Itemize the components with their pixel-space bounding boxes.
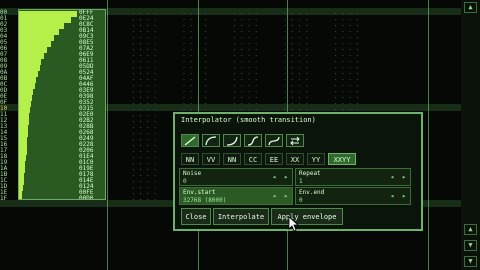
decrement-icon[interactable]: ◂ xyxy=(390,173,394,181)
increment-icon[interactable]: ▸ xyxy=(402,192,406,200)
noise-value: 0 xyxy=(183,178,187,185)
mode-button[interactable]: CC xyxy=(244,153,262,165)
swap-button[interactable] xyxy=(286,134,304,147)
interpolate-button[interactable]: Interpolate xyxy=(213,208,269,225)
channel-divider xyxy=(107,0,108,270)
env-end-field[interactable]: Env.end 0 ◂ ▸ xyxy=(295,187,411,205)
swap-icon xyxy=(290,136,300,146)
increment-icon[interactable]: ▸ xyxy=(402,173,406,181)
env-start-value: 32768 (8000) xyxy=(183,197,227,204)
repeat-field[interactable]: Repeat 1 ◂ ▸ xyxy=(295,168,411,186)
increment-icon[interactable]: ▸ xyxy=(284,173,288,181)
curve-up-icon xyxy=(205,136,217,146)
interpolator-dialog: Interpolator (smooth transition) NN VV NN C… xyxy=(173,112,423,231)
env-end-label: Env.end xyxy=(299,189,325,196)
mode-button[interactable]: XXYY xyxy=(328,153,356,165)
increment-icon[interactable]: ▸ xyxy=(284,192,288,200)
vertical-scrollbar[interactable]: ▲ ▲ ▼ ▼ xyxy=(461,0,480,270)
scroll-down-icon[interactable]: ▼ xyxy=(464,240,477,251)
envelope-value: 00D0 xyxy=(79,195,94,200)
mode-button[interactable]: EE xyxy=(265,153,283,165)
envelope-bar[interactable] xyxy=(19,197,22,199)
curve-s-button[interactable] xyxy=(244,134,262,147)
mode-button[interactable]: XX xyxy=(286,153,304,165)
curve-s-alt-button[interactable] xyxy=(265,134,283,147)
noise-label: Noise xyxy=(183,170,202,177)
envelope-editor[interactable]: 0FFF 0E24 0C8C 0B14 09C3 08E5 07A2 06E9 0611 05DD… xyxy=(18,9,106,200)
repeat-label: Repeat xyxy=(299,170,321,177)
repeat-value: 1 xyxy=(299,178,303,185)
apply-envelope-button[interactable]: Apply envelope xyxy=(271,208,343,225)
mode-button[interactable]: NN xyxy=(181,153,199,165)
env-start-label: Env.start xyxy=(183,189,216,196)
decrement-icon[interactable]: ◂ xyxy=(272,192,276,200)
channel-divider xyxy=(428,0,429,270)
line-icon xyxy=(184,136,196,146)
env-end-value: 0 xyxy=(299,197,303,204)
envelope-value-column: 0FFF 0E24 0C8C 0B14 09C3 08E5 07A2 06E9 0611 05DD… xyxy=(79,10,105,200)
env-start-field[interactable]: Env.start 32768 (8000) ◂ ▸ xyxy=(179,187,293,205)
curve-linear-button[interactable] xyxy=(181,134,199,147)
mouse-cursor-icon xyxy=(288,216,300,232)
s-curve-alt-icon xyxy=(268,136,280,146)
curve-ease-in-button[interactable] xyxy=(223,134,241,147)
curve-down-icon xyxy=(226,136,238,146)
mode-button[interactable]: NN xyxy=(223,153,241,165)
noise-field[interactable]: Noise 0 ◂ ▸ xyxy=(179,168,293,186)
dialog-title: Interpolator (smooth transition) xyxy=(181,116,316,124)
s-curve-icon xyxy=(247,136,259,146)
scroll-down-icon[interactable]: ▼ xyxy=(464,256,477,267)
mode-button[interactable]: YY xyxy=(307,153,325,165)
scroll-up-icon[interactable]: ▲ xyxy=(464,2,477,13)
decrement-icon[interactable]: ◂ xyxy=(390,192,394,200)
mode-button[interactable]: VV xyxy=(202,153,220,165)
close-button[interactable]: Close xyxy=(181,208,211,225)
decrement-icon[interactable]: ◂ xyxy=(272,173,276,181)
scroll-up-icon[interactable]: ▲ xyxy=(464,224,477,235)
curve-ease-button[interactable] xyxy=(202,134,220,147)
row-number: 1F xyxy=(0,195,8,202)
